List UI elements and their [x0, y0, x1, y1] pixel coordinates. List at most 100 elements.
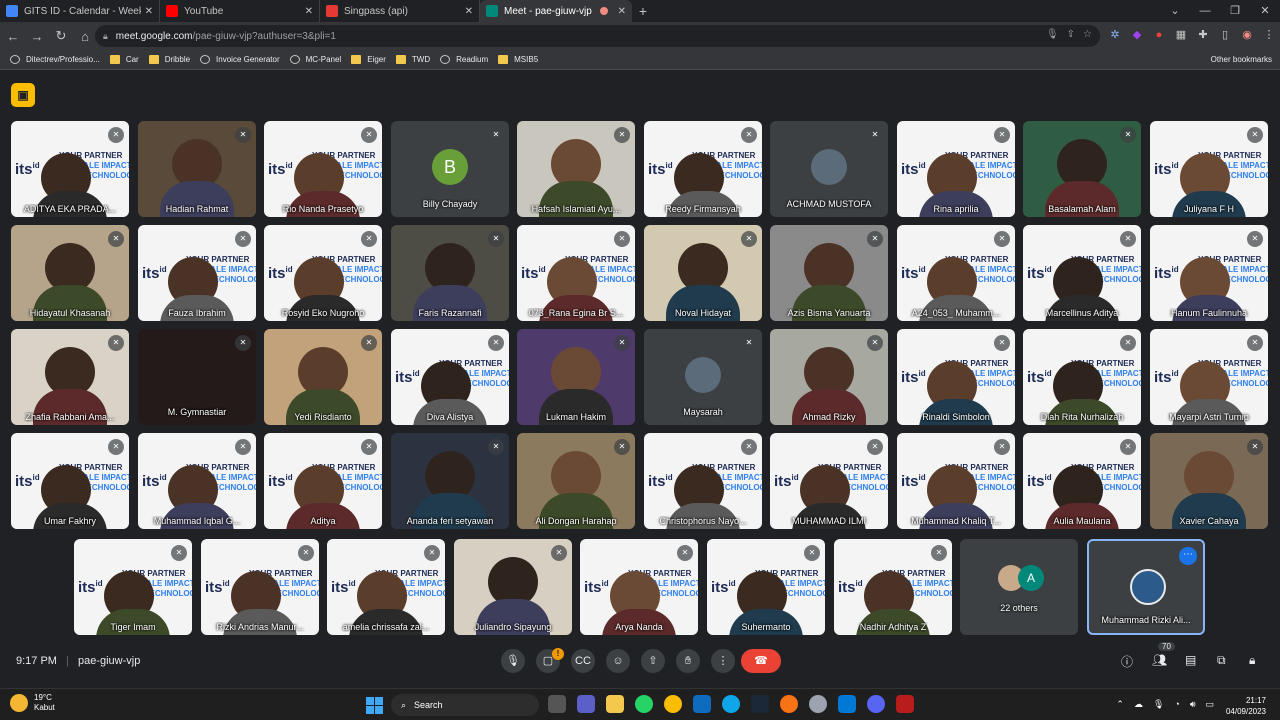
bookmark-item[interactable]: TWD: [395, 55, 430, 64]
participant-tile[interactable]: itsidYOUR PARTNERTO SCALE IMPACTWITH TEC…: [1150, 225, 1268, 321]
minimize-button[interactable]: —: [1190, 0, 1220, 22]
tab-3[interactable]: Singpass (api) ✕: [320, 0, 480, 22]
participant-tile[interactable]: ✕ Xavier Cahaya: [1150, 433, 1268, 529]
edge-icon[interactable]: [722, 695, 740, 713]
new-tab-button[interactable]: +: [632, 0, 654, 22]
close-tab-icon[interactable]: ✕: [305, 6, 313, 17]
participant-tile[interactable]: itsidYOUR PARTNERTO SCALE IMPACTWITH TEC…: [201, 539, 319, 635]
participant-tile[interactable]: ⋯ Muhammad Rizki Ali...: [1087, 539, 1205, 635]
participant-tile[interactable]: itsidYOUR PARTNERTO SCALE IMPACTWITH TEC…: [327, 539, 445, 635]
participant-tile[interactable]: ✕ Faris Razannafi: [391, 225, 509, 321]
more-options-button[interactable]: ⋮: [711, 649, 735, 673]
bookmark-item[interactable]: Ditectrev/Professio...: [10, 55, 100, 64]
bookmark-star-icon[interactable]: ☆: [1083, 29, 1092, 40]
participant-tile[interactable]: itsidYOUR PARTNERTO SCALE IMPACTWITH TEC…: [897, 225, 1015, 321]
present-screen-button[interactable]: ⇧: [641, 649, 665, 673]
participant-tile[interactable]: ✕ Zhafia Rabbani Ama...: [11, 329, 129, 425]
mic-toggle-button[interactable]: 🎙︎: [501, 649, 525, 673]
wifi-icon[interactable]: ◔: [1174, 699, 1179, 710]
participant-tile[interactable]: ✕ Basalamah Alam: [1023, 121, 1141, 217]
bookmark-item[interactable]: Car: [109, 55, 139, 64]
vscode-icon[interactable]: [838, 695, 856, 713]
recording-off-icon[interactable]: ▣: [11, 83, 35, 107]
activities-icon[interactable]: ⧉: [1217, 653, 1226, 668]
extensions-puzzle-icon[interactable]: ✚: [1196, 28, 1210, 42]
participant-tile[interactable]: ✕ Ahmad Rizky: [770, 329, 888, 425]
participant-tile[interactable]: B ✕ Billy Chayady: [391, 121, 509, 217]
teams-icon[interactable]: [577, 695, 595, 713]
discord-icon[interactable]: [867, 695, 885, 713]
home-icon[interactable]: ⌂: [74, 29, 96, 44]
tab-2[interactable]: YouTube ✕: [160, 0, 320, 22]
participant-tile[interactable]: ✕ Ananda feri setyawan: [391, 433, 509, 529]
participant-tile[interactable]: itsidYOUR PARTNERTO SCALE IMPACTWITH TEC…: [11, 433, 129, 529]
participant-tile[interactable]: itsidYOUR PARTNERTO SCALE IMPACTWITH TEC…: [11, 121, 129, 217]
file-explorer-icon[interactable]: [606, 695, 624, 713]
participant-tile[interactable]: ✕ Hidayatul Khasanah: [11, 225, 129, 321]
close-window-button[interactable]: ✕: [1250, 0, 1280, 22]
participant-tile[interactable]: itsidYOUR PARTNERTO SCALE IMPACTWITH TEC…: [644, 433, 762, 529]
bookmark-item[interactable]: Invoice Generator: [200, 55, 280, 64]
participant-tile[interactable]: itsidYOUR PARTNERTO SCALE IMPACTWITH TEC…: [707, 539, 825, 635]
extension-icon[interactable]: ✲: [1108, 28, 1122, 42]
participant-tile[interactable]: itsidYOUR PARTNERTO SCALE IMPACTWITH TEC…: [1023, 433, 1141, 529]
participant-tile[interactable]: itsidYOUR PARTNERTO SCALE IMPACTWITH TEC…: [897, 121, 1015, 217]
mic-tray-icon[interactable]: 🎙︎: [1153, 699, 1164, 710]
captions-button[interactable]: CC: [571, 649, 595, 673]
participant-tile[interactable]: ✕ Hafsah Islamiati Ayu...: [517, 121, 635, 217]
participant-tile[interactable]: itsidYOUR PARTNERTO SCALE IMPACTWITH TEC…: [770, 433, 888, 529]
meeting-details-icon[interactable]: ⓘ: [1121, 653, 1133, 670]
participant-tile[interactable]: itsidYOUR PARTNERTO SCALE IMPACTWITH TEC…: [1150, 329, 1268, 425]
cloud-icon[interactable]: ☁︎: [1134, 699, 1143, 710]
start-windows-icon[interactable]: [366, 697, 383, 714]
bookmark-item[interactable]: Dribble: [148, 55, 190, 64]
back-icon[interactable]: ←: [2, 29, 24, 44]
participant-tile[interactable]: itsidYOUR PARTNERTO SCALE IMPACTWITH TEC…: [74, 539, 192, 635]
more-options-icon[interactable]: ⋯: [1179, 547, 1197, 565]
participant-tile[interactable]: itsidYOUR PARTNERTO SCALE IMPACTWITH TEC…: [264, 225, 382, 321]
address-bar[interactable]: 🔒︎ meet.google.com/pae-giuw-vjp?authuser…: [95, 25, 1100, 47]
participant-tile[interactable]: itsidYOUR PARTNERTO SCALE IMPACTWITH TEC…: [138, 225, 256, 321]
taskbar-search[interactable]: ⌕ Search: [391, 694, 539, 716]
close-tab-icon[interactable]: ✕: [145, 6, 153, 17]
participant-tile[interactable]: ✕ Lukman Hakim: [517, 329, 635, 425]
dota-icon[interactable]: [896, 695, 914, 713]
participant-tile[interactable]: itsidYOUR PARTNERTO SCALE IMPACTWITH TEC…: [580, 539, 698, 635]
host-controls-icon[interactable]: 🔒︎: [1249, 653, 1255, 668]
extension-icon[interactable]: ▦: [1174, 28, 1188, 42]
close-tab-icon[interactable]: ✕: [618, 6, 626, 17]
participant-tile[interactable]: ✕ Yedi Risdianto: [264, 329, 382, 425]
chrome-icon[interactable]: [664, 695, 682, 713]
participant-tile[interactable]: itsidYOUR PARTNERTO SCALE IMPACTWITH TEC…: [897, 433, 1015, 529]
participant-tile[interactable]: itsidYOUR PARTNERTO SCALE IMPACTWITH TEC…: [644, 121, 762, 217]
taskbar-clock[interactable]: 21:17 04/09/2023: [1226, 695, 1266, 717]
whatsapp-icon[interactable]: [635, 695, 653, 713]
reload-icon[interactable]: ↻: [50, 28, 72, 44]
app-icon[interactable]: [809, 695, 827, 713]
participant-tile[interactable]: itsidYOUR PARTNERTO SCALE IMPACTWITH TEC…: [391, 329, 509, 425]
participant-tile[interactable]: itsidYOUR PARTNERTO SCALE IMPACTWITH TEC…: [1150, 121, 1268, 217]
tab-4[interactable]: Meet - pae-giuw-vjp ✕: [480, 0, 632, 22]
sidepanel-icon[interactable]: ▯: [1218, 28, 1232, 42]
volume-icon[interactable]: 🔊︎: [1190, 699, 1196, 710]
bookmark-item[interactable]: MC-Panel: [289, 55, 341, 64]
share-icon[interactable]: ⇪: [1067, 29, 1075, 40]
extension-icon[interactable]: ●: [1152, 28, 1166, 42]
forward-icon[interactable]: →: [26, 29, 48, 44]
participant-tile[interactable]: ✕ M. Gymnastiar: [138, 329, 256, 425]
raise-hand-button[interactable]: ✋︎: [676, 649, 700, 673]
tray-overflow-icon[interactable]: ⌃: [1116, 699, 1124, 710]
emoji-reaction-button[interactable]: ☺: [606, 649, 630, 673]
restore-button[interactable]: ❐: [1220, 0, 1250, 22]
steam-icon[interactable]: [751, 695, 769, 713]
postman-icon[interactable]: [780, 695, 798, 713]
participant-tile[interactable]: itsidYOUR PARTNERTO SCALE IMPACTWITH TEC…: [1023, 225, 1141, 321]
participant-tile[interactable]: ✕ Noval Hidayat: [644, 225, 762, 321]
participant-tile[interactable]: ✕ Ali Dongan Harahap: [517, 433, 635, 529]
participant-tile[interactable]: ✕ Hadian Rahmat: [138, 121, 256, 217]
tab-1[interactable]: GITS ID - Calendar - Week of Sep ✕: [0, 0, 160, 22]
participant-tile[interactable]: A 22 others: [960, 539, 1078, 635]
bookmark-item[interactable]: MSIB5: [498, 55, 538, 64]
participant-tile[interactable]: itsidYOUR PARTNERTO SCALE IMPACTWITH TEC…: [1023, 329, 1141, 425]
tab-search-icon[interactable]: ⌄: [1160, 0, 1190, 22]
